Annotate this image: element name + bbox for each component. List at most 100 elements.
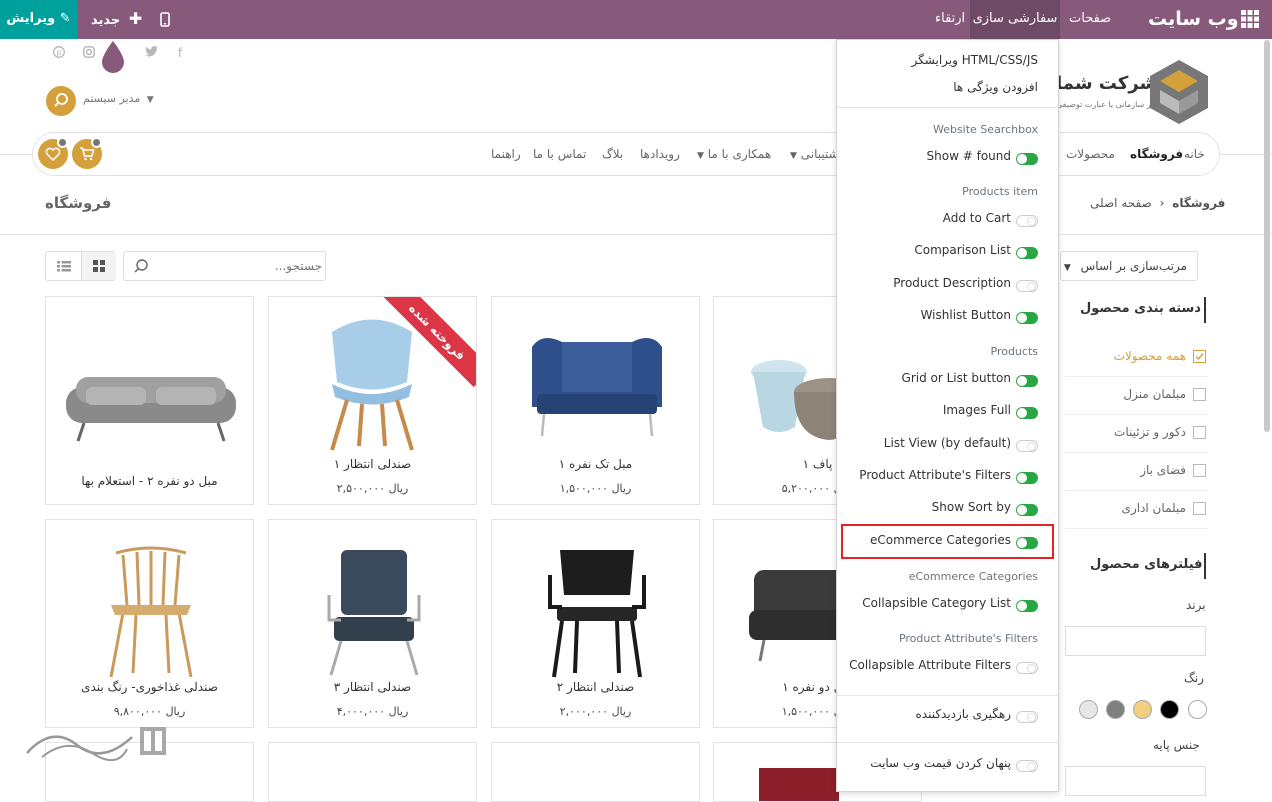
toggle-switch[interactable]: [1016, 312, 1038, 324]
product-card[interactable]: مبل دو نفره ۲ - استعلام بها: [45, 296, 254, 505]
wishlist-button-item[interactable]: Wishlist Button: [837, 304, 1058, 328]
toggle-switch[interactable]: [1016, 153, 1038, 165]
product-name[interactable]: صندلی غذاخوری- رنگ بندی: [46, 680, 253, 694]
toggle-switch[interactable]: [1016, 280, 1038, 292]
menu-item-careers[interactable]: ▼ همکاری با ما: [697, 147, 771, 161]
pinterest-icon[interactable]: p: [52, 46, 66, 60]
toggle-switch[interactable]: [1016, 600, 1038, 612]
add-features-item[interactable]: افزودن ویژگی ها: [837, 76, 1058, 100]
grid-list-button-item[interactable]: Grid or List button: [837, 367, 1058, 391]
add-to-cart-item[interactable]: Add to Cart: [837, 207, 1058, 231]
toggle-switch[interactable]: [1016, 662, 1038, 674]
menu-pages[interactable]: صفحات: [1069, 0, 1111, 39]
product-name[interactable]: صندلی انتظار ۲: [492, 680, 699, 694]
product-card[interactable]: [491, 742, 700, 802]
user-menu[interactable]: مدیر سیستم ▼: [83, 92, 154, 105]
product-description-item[interactable]: Product Description: [837, 272, 1058, 296]
html-editor-item[interactable]: ویرایشگر HTML/CSS/JS: [837, 49, 1058, 73]
search-input[interactable]: [152, 252, 322, 280]
product-card[interactable]: [268, 742, 477, 802]
breadcrumb-home[interactable]: صفحه اصلی: [1090, 196, 1152, 210]
color-swatch-white[interactable]: [1188, 700, 1207, 719]
list-view-default-item[interactable]: List View (by default): [837, 432, 1058, 456]
toggle-switch[interactable]: [1016, 711, 1038, 723]
option-label: Images Full: [942, 403, 1011, 417]
menu-item-contact[interactable]: تماس با ما: [533, 147, 586, 161]
checkbox[interactable]: [1193, 388, 1206, 401]
attribute-filters-item[interactable]: Product Attribute's Filters: [837, 464, 1058, 488]
sort-dropdown[interactable]: ▼ مرتب‌سازی بر اساس: [1060, 251, 1198, 281]
user-avatar[interactable]: [46, 86, 76, 116]
product-card[interactable]: صندلی غذاخوری- رنگ بندی ۹,۸۰۰,۰۰۰ ریال: [45, 519, 254, 728]
brand-select[interactable]: [1065, 626, 1206, 656]
show-sort-by-item[interactable]: Show Sort by: [837, 496, 1058, 520]
menu-item-blog[interactable]: بلاگ: [602, 147, 623, 161]
dropdown-divider: [837, 695, 1058, 696]
toggle-switch[interactable]: [1016, 440, 1038, 452]
color-swatch-gray[interactable]: [1106, 700, 1125, 719]
menu-item-events[interactable]: رویدادها: [640, 147, 680, 161]
menu-item-home[interactable]: خانه: [1184, 147, 1205, 161]
color-swatch-black[interactable]: [1160, 700, 1179, 719]
menu-upgrade[interactable]: ارتقاء: [935, 0, 965, 39]
company-logo[interactable]: [1150, 60, 1208, 124]
visitor-tracking-item[interactable]: رهگیری بازدیدکننده: [837, 703, 1058, 727]
menu-item-careers-label: همکاری با ما: [707, 147, 772, 161]
hide-price-item[interactable]: پنهان کردن قیمت وب سایت: [837, 752, 1058, 776]
collapsible-category-item[interactable]: Collapsible Category List: [837, 592, 1058, 616]
images-full-item[interactable]: Images Full: [837, 399, 1058, 423]
twitter-icon[interactable]: [144, 46, 158, 60]
product-name[interactable]: صندلی انتظار ۳: [269, 680, 476, 694]
mobile-icon[interactable]: [160, 0, 172, 39]
checkbox[interactable]: [1193, 502, 1206, 515]
toggle-switch[interactable]: [1016, 215, 1038, 227]
menu-item-support[interactable]: ▼ پشتیبانی: [790, 147, 836, 161]
scrollbar[interactable]: [1264, 40, 1270, 432]
product-card[interactable]: صندلی انتظار ۳ ۴,۰۰۰,۰۰۰ ریال: [268, 519, 477, 728]
menu-item-help[interactable]: راهنما: [491, 147, 521, 161]
category-all[interactable]: همه محصولات: [1065, 339, 1208, 377]
pencil-icon: ✎: [59, 11, 71, 26]
menu-customize[interactable]: سفارشی سازی: [970, 0, 1060, 39]
checkbox-checked[interactable]: [1193, 350, 1206, 363]
collapsible-attribute-item[interactable]: Collapsible Attribute Filters: [837, 654, 1058, 678]
new-button[interactable]: جدید ✚: [91, 0, 142, 39]
color-swatch-light-gray[interactable]: [1079, 700, 1098, 719]
category-office[interactable]: مبلمان اداری: [1065, 491, 1208, 529]
checkbox[interactable]: [1193, 426, 1206, 439]
color-swatch-yellow[interactable]: [1133, 700, 1152, 719]
show-found-item[interactable]: Show # found: [837, 145, 1058, 169]
comparison-list-item[interactable]: Comparison List: [837, 239, 1058, 263]
edit-button[interactable]: ویرایش ✎: [0, 0, 77, 39]
toggle-switch[interactable]: [1016, 760, 1038, 772]
product-name[interactable]: مبل دو نفره ۲ - استعلام بها: [46, 474, 253, 488]
category-outdoor[interactable]: فضای باز: [1065, 453, 1208, 491]
app-brand[interactable]: وب سایت: [1148, 0, 1239, 39]
product-name[interactable]: مبل تک نفره ۱: [492, 457, 699, 471]
search-icon[interactable]: [133, 258, 149, 274]
toggle-switch[interactable]: [1016, 407, 1038, 419]
facebook-icon[interactable]: f: [173, 46, 187, 60]
checkbox[interactable]: [1193, 464, 1206, 477]
dropdown-header: eCommerce Categories: [908, 570, 1038, 583]
product-card[interactable]: فروخته شده صندلی انتظار ۱ ۲,۵۰۰,۰۰۰ ریال: [268, 296, 477, 505]
product-name[interactable]: صندلی انتظار ۱: [269, 457, 476, 471]
toggle-switch[interactable]: [1016, 375, 1038, 387]
option-label: Show # found: [926, 149, 1011, 163]
grid-apps-icon[interactable]: [1241, 0, 1261, 39]
category-decor[interactable]: دکور و تزئینات: [1065, 415, 1208, 453]
category-home-furniture[interactable]: مبلمان منزل: [1065, 377, 1208, 415]
product-card[interactable]: مبل تک نفره ۱ ۱,۵۰۰,۰۰۰ ریال: [491, 296, 700, 505]
brand-label: برند: [1186, 598, 1206, 612]
toggle-switch[interactable]: [1016, 472, 1038, 484]
add-features-label: افزودن ویژگی ها: [953, 80, 1038, 94]
menu-item-products[interactable]: محصولات: [1066, 147, 1115, 161]
categories-title: دسته بندی محصول: [1080, 301, 1201, 316]
list-view-button[interactable]: [46, 252, 81, 280]
grid-view-button[interactable]: [81, 252, 116, 280]
toggle-switch[interactable]: [1016, 247, 1038, 259]
toggle-switch[interactable]: [1016, 504, 1038, 516]
product-card[interactable]: صندلی انتظار ۲ ۲,۰۰۰,۰۰۰ ریال: [491, 519, 700, 728]
menu-item-shop[interactable]: فروشگاه: [1130, 147, 1183, 161]
instagram-icon[interactable]: [82, 46, 96, 60]
